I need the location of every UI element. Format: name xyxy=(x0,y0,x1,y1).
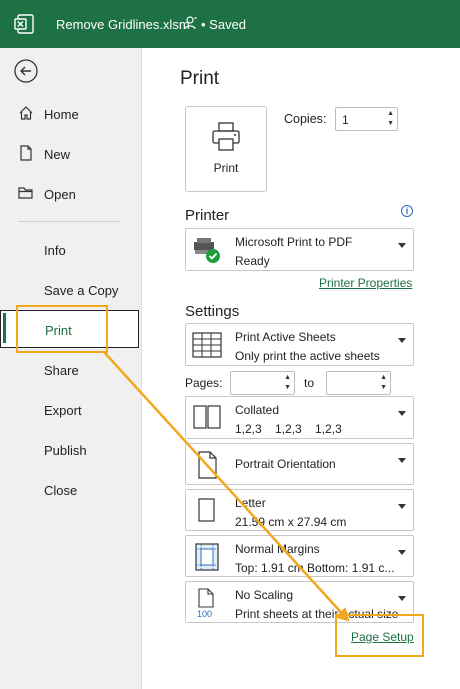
annotation-arrow xyxy=(103,351,350,622)
